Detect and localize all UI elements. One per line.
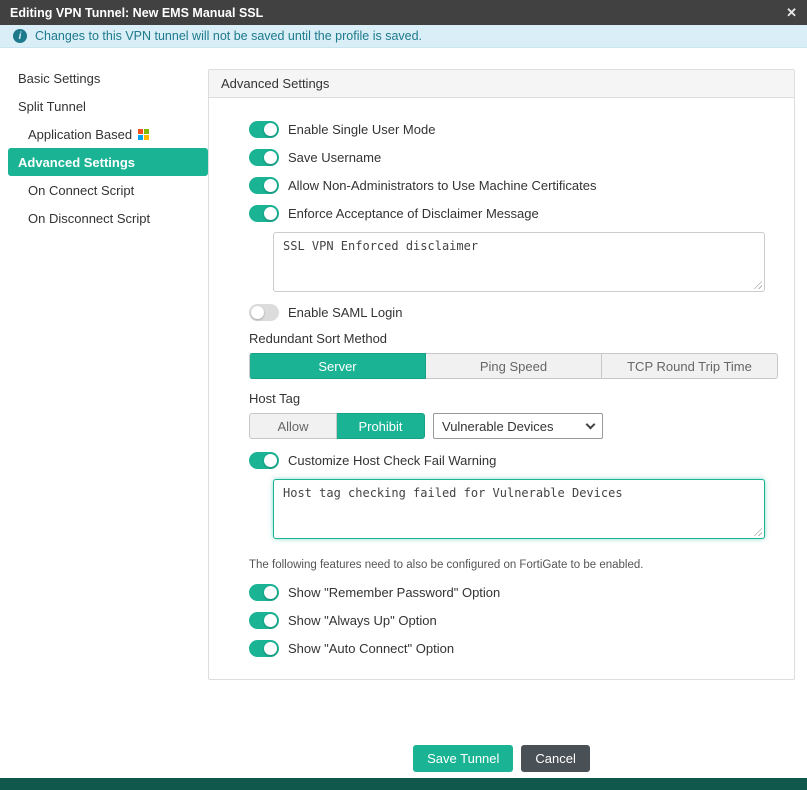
single-user-mode-toggle[interactable]: [249, 121, 279, 138]
auto-connect-toggle[interactable]: [249, 640, 279, 657]
remember-password-label: Show "Remember Password" Option: [288, 585, 500, 600]
toggle-row-remember-password: Show "Remember Password" Option: [249, 583, 778, 601]
close-icon[interactable]: ✕: [786, 6, 797, 19]
sidebar-item-basic-settings[interactable]: Basic Settings: [8, 64, 208, 92]
toggle-knob: [251, 306, 264, 319]
toggle-row-machine-certs: Allow Non-Administrators to Use Machine …: [249, 176, 778, 194]
sidebar-item-split-tunnel[interactable]: Split Tunnel: [8, 92, 208, 120]
host-tag-segmented: Allow Prohibit: [249, 413, 425, 439]
machine-certs-label: Allow Non-Administrators to Use Machine …: [288, 178, 597, 193]
info-banner: Changes to this VPN tunnel will not be s…: [0, 25, 807, 48]
panel-body: Enable Single User Mode Save Username Al…: [209, 98, 794, 679]
toggle-knob: [264, 642, 277, 655]
host-check-warning-textarea-wrap: Host tag checking failed for Vulnerable …: [273, 479, 765, 539]
dialog-body: Basic Settings Split Tunnel Application …: [0, 48, 807, 778]
host-check-warning-toggle[interactable]: [249, 452, 279, 469]
sidebar-item-advanced-settings[interactable]: Advanced Settings: [8, 148, 208, 176]
disclaimer-toggle[interactable]: [249, 205, 279, 222]
sidebar-item-application-based[interactable]: Application Based: [8, 120, 208, 148]
toggle-row-single-user: Enable Single User Mode: [249, 120, 778, 138]
machine-certs-toggle[interactable]: [249, 177, 279, 194]
toggle-row-host-check: Customize Host Check Fail Warning: [249, 451, 778, 469]
disclaimer-message-textarea[interactable]: SSL VPN Enforced disclaimer: [273, 232, 765, 292]
windows-logo-icon: [138, 129, 149, 140]
sidebar-item-label: Application Based: [28, 127, 132, 142]
redundant-sort-segmented: Server Ping Speed TCP Round Trip Time: [249, 353, 778, 379]
host-tag-option-prohibit[interactable]: Prohibit: [337, 413, 425, 439]
info-banner-text: Changes to this VPN tunnel will not be s…: [35, 29, 422, 43]
toggle-row-always-up: Show "Always Up" Option: [249, 611, 778, 629]
panel-header: Advanced Settings: [209, 70, 794, 98]
win-square-green: [144, 129, 149, 134]
win-square-yellow: [144, 135, 149, 140]
remember-password-toggle[interactable]: [249, 584, 279, 601]
toggle-knob: [264, 454, 277, 467]
cancel-button[interactable]: Cancel: [521, 745, 589, 772]
single-user-mode-label: Enable Single User Mode: [288, 122, 435, 137]
sort-option-server[interactable]: Server: [249, 353, 426, 379]
host-tag-select[interactable]: Vulnerable Devices: [433, 413, 603, 439]
sort-option-ping-speed[interactable]: Ping Speed: [426, 353, 602, 379]
toggle-row-disclaimer: Enforce Acceptance of Disclaimer Message: [249, 204, 778, 222]
save-username-label: Save Username: [288, 150, 381, 165]
dialog-title: Editing VPN Tunnel: New EMS Manual SSL: [10, 6, 786, 20]
save-username-toggle[interactable]: [249, 149, 279, 166]
toggle-row-save-username: Save Username: [249, 148, 778, 166]
host-check-warning-textarea[interactable]: Host tag checking failed for Vulnerable …: [273, 479, 765, 539]
toggle-knob: [264, 151, 277, 164]
sort-option-tcp-round-trip-time[interactable]: TCP Round Trip Time: [602, 353, 778, 379]
toggle-row-saml: Enable SAML Login: [249, 303, 778, 321]
toggle-knob: [264, 614, 277, 627]
redundant-sort-label: Redundant Sort Method: [249, 331, 778, 346]
host-tag-label: Host Tag: [249, 391, 778, 406]
bottom-strip: [0, 778, 807, 790]
toggle-knob: [264, 586, 277, 599]
advanced-settings-panel: Advanced Settings Enable Single User Mod…: [208, 69, 795, 680]
sidebar-item-on-disconnect-script[interactable]: On Disconnect Script: [8, 204, 208, 232]
disclaimer-textarea-wrap: SSL VPN Enforced disclaimer: [273, 232, 765, 292]
auto-connect-label: Show "Auto Connect" Option: [288, 641, 454, 656]
toggle-knob: [264, 123, 277, 136]
disclaimer-label: Enforce Acceptance of Disclaimer Message: [288, 206, 539, 221]
win-square-blue: [138, 135, 143, 140]
toggle-knob: [264, 207, 277, 220]
toggle-knob: [264, 179, 277, 192]
host-check-warning-label: Customize Host Check Fail Warning: [288, 453, 496, 468]
always-up-toggle[interactable]: [249, 612, 279, 629]
saml-login-toggle[interactable]: [249, 304, 279, 321]
dialog-footer: Save Tunnel Cancel: [208, 745, 795, 772]
host-tag-row: Allow Prohibit Vulnerable Devices: [249, 413, 778, 439]
win-square-red: [138, 129, 143, 134]
save-tunnel-button[interactable]: Save Tunnel: [413, 745, 513, 772]
main-area: Advanced Settings Enable Single User Mod…: [208, 48, 807, 778]
edit-vpn-tunnel-dialog: Editing VPN Tunnel: New EMS Manual SSL ✕…: [0, 0, 807, 790]
saml-login-label: Enable SAML Login: [288, 305, 402, 320]
sidebar-item-on-connect-script[interactable]: On Connect Script: [8, 176, 208, 204]
info-icon: [13, 29, 27, 43]
sidebar: Basic Settings Split Tunnel Application …: [0, 48, 208, 778]
toggle-row-auto-connect: Show "Auto Connect" Option: [249, 639, 778, 657]
fortigate-note: The following features need to also be c…: [249, 559, 778, 571]
host-tag-option-allow[interactable]: Allow: [249, 413, 337, 439]
host-tag-select-wrap: Vulnerable Devices: [433, 413, 603, 439]
always-up-label: Show "Always Up" Option: [288, 613, 437, 628]
dialog-titlebar: Editing VPN Tunnel: New EMS Manual SSL ✕: [0, 0, 807, 25]
